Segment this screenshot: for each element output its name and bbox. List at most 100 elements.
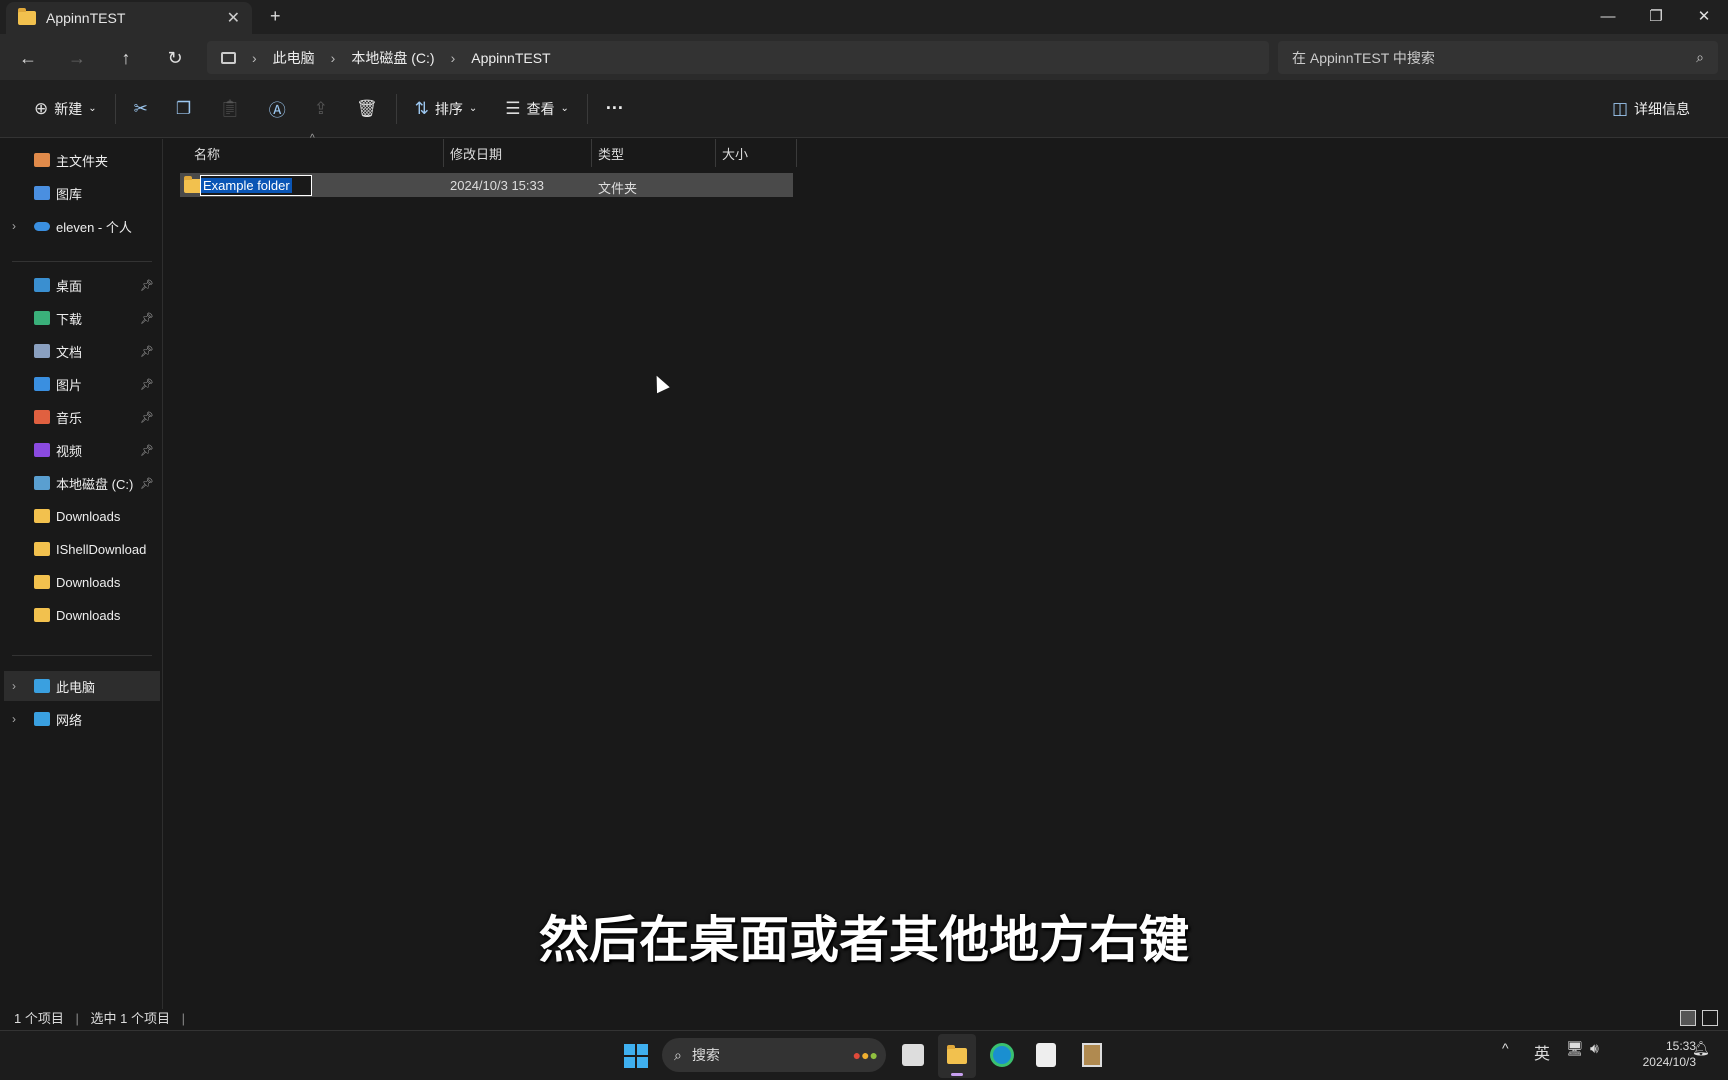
search-icon: ⌕ (674, 1046, 682, 1063)
forward-button[interactable]: → (65, 46, 89, 70)
gallery-icon (34, 186, 50, 200)
sort-ascending-icon: ^ (310, 133, 315, 144)
breadcrumb-item[interactable]: AppinnTEST (471, 50, 550, 66)
rename-button[interactable]: Ⓐ (255, 91, 300, 127)
pin-icon[interactable]: 📌︎ (140, 279, 154, 292)
pin-icon[interactable]: 📌︎ (140, 477, 154, 490)
tab-title: AppinnTEST (46, 10, 126, 26)
sort-button[interactable]: ⇅ 排序 ⌄ (401, 91, 492, 127)
network-icon[interactable]: 🖥︎ (1566, 1040, 1584, 1057)
breadcrumb-item[interactable]: 本地磁盘 (C:) (351, 48, 434, 68)
sidebar-item-gallery[interactable]: 图库 (0, 178, 160, 208)
new-button[interactable]: ⊕ 新建 ⌄ (20, 91, 111, 127)
file-type: 文件夹 (598, 181, 638, 196)
sidebar-item-label: eleven - 个人 (56, 219, 132, 235)
more-button[interactable]: ··· (592, 91, 638, 127)
sidebar-item-this-pc[interactable]: › 此电脑 (4, 671, 160, 701)
taskbar-search[interactable]: ⌕ 搜索 ●●● (662, 1038, 886, 1072)
sidebar-item-pinned[interactable]: 下载 📌︎ (0, 303, 160, 333)
edge-icon[interactable] (990, 1043, 1014, 1067)
show-hidden-icons-button[interactable]: ^ (1502, 1040, 1509, 1056)
divider (395, 93, 397, 124)
pin-icon[interactable]: 📌︎ (140, 312, 154, 325)
sidebar-item-label: 文档 (56, 344, 83, 360)
sidebar-item-onedrive[interactable]: › eleven - 个人 (0, 211, 160, 241)
item-count: 1 个项目 (14, 1011, 64, 1026)
task-view-icon[interactable] (902, 1044, 924, 1066)
active-indicator (951, 1073, 963, 1076)
documents-icon (34, 344, 50, 358)
breadcrumb-item[interactable]: 此电脑 (273, 48, 315, 68)
restore-button[interactable]: ❐ (1632, 0, 1680, 32)
new-tab-button[interactable]: + (270, 6, 281, 27)
pictures-icon (34, 377, 50, 391)
sidebar-item-label: 下载 (56, 311, 83, 327)
copy-button[interactable]: ❐ (162, 91, 205, 127)
details-pane-icon: ◫ (1611, 98, 1628, 118)
column-header-modified[interactable]: 修改日期 (444, 139, 592, 167)
trash-icon: 🗑︎ (355, 98, 378, 118)
sidebar-item-label: 图片 (56, 377, 83, 393)
divider (586, 93, 588, 124)
cloud-icon (34, 221, 50, 231)
sidebar-item-pinned[interactable]: 文档 📌︎ (0, 336, 160, 366)
refresh-button[interactable]: ↻ (163, 46, 187, 70)
column-header-size[interactable]: 大小 (716, 139, 797, 167)
ime-indicator[interactable]: 英 (1534, 1040, 1550, 1064)
divider (114, 93, 116, 124)
notification-bell-icon[interactable]: 🔔︎ (1692, 1040, 1710, 1057)
music-icon (34, 410, 50, 424)
sidebar-item-pinned[interactable]: 音乐 📌︎ (0, 402, 160, 432)
volume-icon[interactable]: 🔊︎ (1590, 1040, 1599, 1057)
desktop-icon (34, 278, 50, 292)
rename-input[interactable]: Example folder (200, 175, 312, 196)
sidebar-item-pinned[interactable]: 桌面 📌︎ (0, 270, 160, 300)
home-icon (34, 153, 50, 167)
sidebar-item-pinned[interactable]: 视频 📌︎ (0, 435, 160, 465)
sidebar-item-pinned[interactable]: IShellDownload (0, 534, 160, 564)
sidebar-item-pinned[interactable]: Downloads (0, 501, 160, 531)
rename-icon: Ⓐ (268, 101, 286, 120)
search-input[interactable]: 在 AppinnTEST 中搜索 ⌕ (1278, 41, 1718, 74)
chevron-right-icon[interactable]: › (12, 712, 16, 726)
command-bar: ⊕ 新建 ⌄ ✂ ❐ 📋︎ Ⓐ ⇪ 🗑︎ ⇅ 排序 ⌄ ☰ 查看 ⌄ ··· ◫ 详细信息 (0, 80, 1728, 138)
tab-appinntest[interactable]: AppinnTEST ✕ (6, 2, 252, 34)
minimize-button[interactable]: — (1584, 0, 1632, 32)
close-tab-button[interactable]: ✕ (227, 8, 240, 28)
pin-icon[interactable]: 📌︎ (140, 411, 154, 424)
sidebar-item-label: Downloads (56, 508, 121, 524)
app-icon[interactable] (1082, 1043, 1102, 1067)
cut-button[interactable]: ✂ (120, 91, 162, 127)
details-view-toggle[interactable] (1680, 1010, 1696, 1026)
sidebar-item-pinned[interactable]: 本地磁盘 (C:) 📌︎ (0, 468, 160, 498)
clock[interactable]: 15:33 2024/10/3 (1620, 1038, 1696, 1070)
sidebar-item-network[interactable]: › 网络 (0, 704, 160, 734)
address-bar[interactable]: › 此电脑 › 本地磁盘 (C:) › AppinnTEST (207, 41, 1269, 74)
share-button[interactable]: ⇪ (300, 91, 342, 127)
scissors-icon: ✂ (133, 98, 148, 118)
store-icon[interactable] (1036, 1043, 1056, 1067)
sidebar-item-pinned[interactable]: 图片 📌︎ (0, 369, 160, 399)
file-name: Example folder (201, 178, 292, 193)
pin-icon[interactable]: 📌︎ (140, 444, 154, 457)
back-button[interactable]: ← (16, 46, 40, 70)
pin-icon[interactable]: 📌︎ (140, 378, 154, 391)
start-button[interactable] (624, 1044, 648, 1068)
pin-icon[interactable]: 📌︎ (140, 345, 154, 358)
chevron-right-icon[interactable]: › (12, 679, 16, 693)
view-button[interactable]: ☰ 查看 ⌄ (491, 91, 583, 127)
details-pane-button[interactable]: ◫ 详细信息 (1598, 91, 1704, 127)
close-window-button[interactable]: ✕ (1680, 0, 1728, 32)
column-header-name[interactable]: 名称 ^ (188, 133, 444, 167)
column-header-type[interactable]: 类型 (592, 139, 716, 167)
chevron-right-icon[interactable]: › (12, 219, 16, 233)
sidebar-item-pinned[interactable]: Downloads (0, 600, 160, 630)
file-explorer-taskbar-button[interactable] (938, 1034, 976, 1078)
sidebar-item-pinned[interactable]: Downloads (0, 567, 160, 597)
delete-button[interactable]: 🗑︎ (342, 91, 392, 127)
tiles-view-toggle[interactable] (1702, 1010, 1718, 1026)
up-button[interactable]: ↑ (114, 46, 138, 70)
new-label: 新建 (54, 100, 83, 117)
sidebar-item-home[interactable]: 主文件夹 (0, 145, 160, 175)
paste-button[interactable]: 📋︎ (205, 91, 255, 127)
